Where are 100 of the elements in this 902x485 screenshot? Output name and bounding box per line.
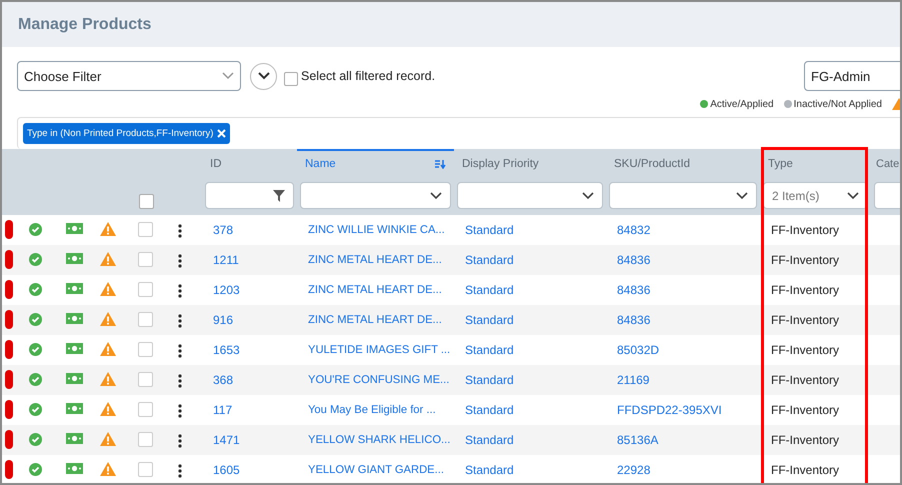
table-link[interactable]: Standard xyxy=(465,433,514,447)
column-filter-field[interactable] xyxy=(300,182,451,209)
table-cell: FF-Inventory xyxy=(771,433,840,447)
warning-icon xyxy=(100,372,116,386)
chevron-icon xyxy=(222,72,234,80)
checkbox[interactable] xyxy=(138,282,153,297)
warning-icon xyxy=(100,252,116,266)
column-filter-field[interactable] xyxy=(609,182,757,209)
column-filter-field[interactable] xyxy=(205,182,294,209)
more-icon[interactable] xyxy=(178,344,182,358)
table-link[interactable]: 1471 xyxy=(213,433,240,447)
table-link[interactable]: 84836 xyxy=(617,313,650,327)
table-link[interactable]: 84836 xyxy=(617,253,650,267)
table-link[interactable]: You May Be Eligible for ... xyxy=(308,404,436,416)
close-icon[interactable] xyxy=(217,129,226,138)
table-link[interactable]: ZINC METAL HEART DE... xyxy=(308,254,442,266)
checkbox[interactable] xyxy=(284,72,298,86)
checkbox[interactable] xyxy=(138,342,153,357)
status-bar xyxy=(5,250,13,269)
status-bar xyxy=(5,430,13,449)
table-link[interactable]: 117 xyxy=(213,403,232,417)
table-link[interactable]: Standard xyxy=(465,403,514,417)
table-link[interactable]: Standard xyxy=(465,373,514,387)
status-bar xyxy=(5,310,13,329)
money-icon xyxy=(66,403,83,414)
table-cell: FF-Inventory xyxy=(771,463,840,477)
table-link[interactable]: Standard xyxy=(465,253,514,267)
column-header[interactable]: Cate xyxy=(876,158,900,170)
status-bar xyxy=(5,370,13,389)
checkbox[interactable] xyxy=(138,402,153,417)
table-link[interactable]: YELLOW SHARK HELICO... xyxy=(308,434,450,446)
warning-icon xyxy=(100,432,116,446)
column-filter-field[interactable]: 2 Item(s) xyxy=(763,182,868,209)
status-bar xyxy=(5,400,13,419)
filter-chip[interactable]: Type in (Non Printed Products,FF-Inventory) xyxy=(23,123,230,144)
money-icon xyxy=(66,253,83,264)
table-link[interactable]: 916 xyxy=(213,313,234,327)
table-link[interactable]: 22928 xyxy=(617,463,650,477)
check-circle-icon xyxy=(29,463,42,476)
table-link[interactable]: Standard xyxy=(465,223,514,237)
checkbox[interactable] xyxy=(138,312,153,327)
table-link[interactable]: FFDSPD22-395XVI xyxy=(617,403,722,417)
column-filter-field[interactable] xyxy=(457,182,603,209)
checkbox[interactable] xyxy=(138,462,153,477)
table-link[interactable]: 1203 xyxy=(213,283,240,297)
column-header[interactable]: Display Priority xyxy=(462,158,539,170)
table-link[interactable]: Standard xyxy=(465,343,514,357)
checkbox[interactable] xyxy=(138,252,153,267)
table-link[interactable]: ZINC METAL HEART DE... xyxy=(308,284,442,296)
table-link[interactable]: Standard xyxy=(465,313,514,327)
table-link[interactable]: 85032D xyxy=(617,343,660,357)
more-icon[interactable] xyxy=(178,254,182,268)
more-icon[interactable] xyxy=(178,464,182,478)
table-link[interactable]: Standard xyxy=(465,463,514,477)
table-link[interactable]: 21169 xyxy=(617,373,650,387)
check-circle-icon xyxy=(29,343,42,356)
table-link[interactable]: 85136A xyxy=(617,433,658,447)
table-cell: FF-Inventory xyxy=(771,313,840,327)
table-cell: FF-Inventory xyxy=(771,373,840,387)
checkbox[interactable] xyxy=(138,432,153,447)
legend-label: Active/Applied xyxy=(710,98,774,110)
more-icon[interactable] xyxy=(178,404,182,418)
more-icon[interactable] xyxy=(178,434,182,448)
warning-icon xyxy=(100,462,116,476)
role-dropdown[interactable]: FG-Admin xyxy=(804,61,900,91)
column-header[interactable]: Name xyxy=(305,158,336,170)
table-cell: FF-Inventory xyxy=(771,343,840,357)
column-header[interactable]: Type xyxy=(768,158,793,170)
filter-dropdown[interactable]: Choose Filter xyxy=(17,61,241,91)
checkbox[interactable] xyxy=(138,372,153,387)
table-link[interactable]: ZINC METAL HEART DE... xyxy=(308,314,442,326)
table-link[interactable]: 1653 xyxy=(213,343,240,357)
checkbox[interactable] xyxy=(139,194,154,209)
more-icon[interactable] xyxy=(178,284,182,298)
table-link[interactable]: 1605 xyxy=(213,463,240,477)
checkbox[interactable] xyxy=(138,222,153,237)
sort-icon[interactable] xyxy=(435,160,446,168)
table-link[interactable]: Standard xyxy=(465,283,514,297)
table-cell: FF-Inventory xyxy=(771,253,840,267)
table-link[interactable]: 84832 xyxy=(617,223,650,237)
more-icon[interactable] xyxy=(178,224,182,238)
table-link[interactable]: YOU'RE CONFUSING ME... xyxy=(308,374,450,386)
table-link[interactable]: ZINC WILLIE WINKIE CA... xyxy=(308,224,445,236)
expand-button[interactable] xyxy=(250,62,277,90)
table-cell: FF-Inventory xyxy=(771,403,840,417)
more-icon[interactable] xyxy=(178,374,182,388)
table-link[interactable]: 378 xyxy=(213,223,234,237)
status-bar xyxy=(5,280,13,299)
more-icon[interactable] xyxy=(178,314,182,328)
table-link[interactable]: 368 xyxy=(213,373,234,387)
table-link[interactable]: 84836 xyxy=(617,283,650,297)
table-link[interactable]: 1211 xyxy=(213,253,239,267)
column-header[interactable]: ID xyxy=(210,158,222,170)
table-link[interactable]: YELLOW GIANT GARDE... xyxy=(308,464,444,476)
select-all-label: Select all filtered record. xyxy=(301,69,436,83)
page-title: Manage Products xyxy=(18,16,152,34)
table-link[interactable]: YULETIDE IMAGES GIFT ... xyxy=(308,344,450,356)
check-circle-icon xyxy=(29,283,42,296)
column-header[interactable]: SKU/ProductId xyxy=(614,158,690,170)
funnel-icon xyxy=(273,190,285,202)
